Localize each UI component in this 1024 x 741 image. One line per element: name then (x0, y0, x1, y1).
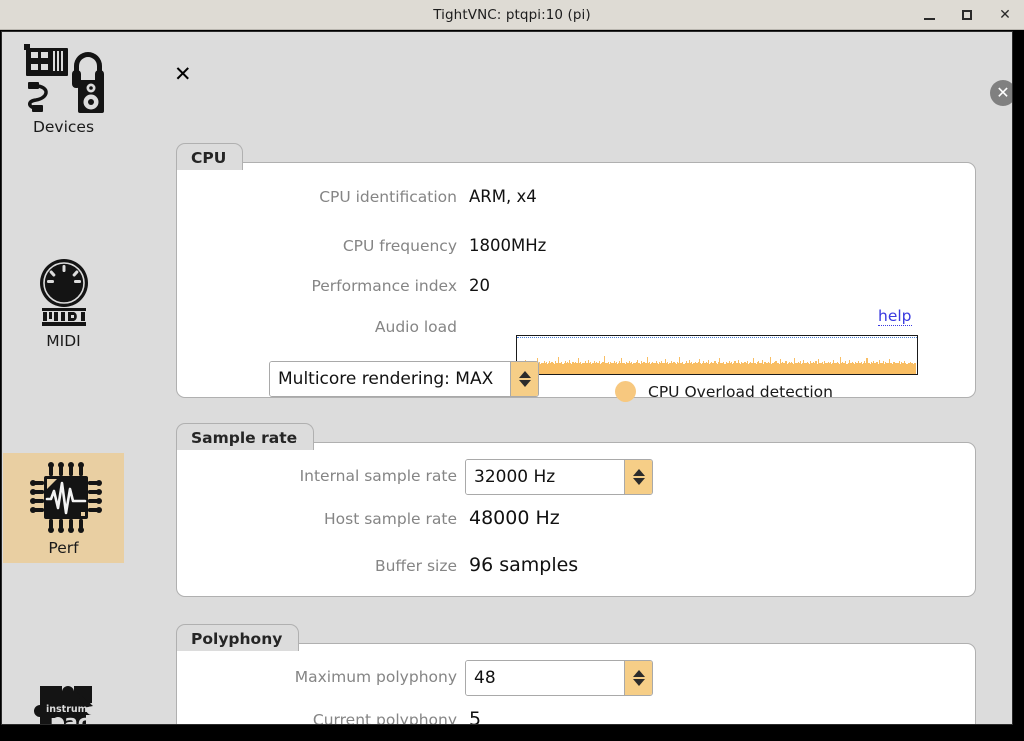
app-window: Devices MIDI Perf instrument pack ✕ ✕ CP… (1, 31, 1013, 725)
current-polyphony-value-row: 5 (469, 708, 482, 725)
current-polyphony-value: 5 (469, 708, 482, 725)
cpu-frequency-label-row: CPU frequency (177, 237, 457, 255)
vnc-titlebar: TightVNC: ptqpi:10 (pi) ✕ (0, 0, 1024, 30)
maximum-polyphony-value: 48 (466, 661, 624, 695)
help-link[interactable]: help (878, 307, 912, 326)
current-polyphony-label-row: Current polyphony (177, 711, 457, 725)
tab-seam (177, 450, 329, 453)
minimize-button[interactable] (918, 4, 940, 26)
cpu-panel-title: CPU (176, 143, 244, 171)
audio-load-threshold-line (517, 337, 917, 338)
buffer-size-value: 96 samples (469, 554, 579, 576)
sidebar-item-label-devices: Devices (32, 118, 95, 136)
buffer-size-value-row: 96 samples (469, 554, 578, 576)
multicore-rendering-stepper[interactable] (510, 362, 538, 396)
sample-rate-panel-title: Sample rate (176, 423, 315, 451)
polyphony-panel-title: Polyphony (176, 624, 300, 652)
internal-sample-rate-input[interactable]: 32000 Hz (465, 459, 653, 495)
host-sample-rate-value: 48000 Hz (469, 507, 560, 529)
audio-load-label: Audio load (374, 318, 457, 336)
performance-index-label: Performance index (311, 277, 457, 295)
internal-sample-rate-stepper[interactable] (624, 460, 652, 494)
desktop-right-margin (1013, 31, 1024, 727)
sample-rate-panel: Sample rate Internal sample rate 32000 H… (176, 423, 976, 597)
internal-sample-rate-label-row: Internal sample rate (177, 467, 457, 485)
remote-desktop: Devices MIDI Perf instrument pack ✕ ✕ CP… (0, 31, 1013, 727)
tab-seam (177, 651, 315, 654)
multicore-rendering-value: Multicore rendering: MAX (270, 362, 510, 396)
host-sample-rate-value-row: 48000 Hz (469, 507, 560, 529)
current-polyphony-label: Current polyphony (312, 711, 457, 725)
vnc-window-controls: ✕ (918, 0, 1016, 30)
vnc-screen: TightVNC: ptqpi:10 (pi) ✕ Devices MIDI P… (0, 0, 1024, 741)
polyphony-panel: Polyphony Maximum polyphony 48 Current p (176, 624, 976, 725)
maximum-polyphony-input[interactable]: 48 (465, 660, 653, 696)
chevron-down-icon (632, 679, 645, 686)
svg-text:pack: pack (50, 710, 104, 726)
cpu-chip-waveform-icon (25, 461, 103, 535)
midi-connector-icon (28, 258, 100, 328)
chevron-down-icon (632, 478, 645, 485)
performance-index-value-row: 20 (469, 276, 490, 295)
audio-devices-icon (22, 42, 106, 114)
maximum-polyphony-label-row: Maximum polyphony (177, 668, 457, 686)
internal-sample-rate-label: Internal sample rate (299, 467, 457, 485)
chevron-up-icon (632, 469, 645, 476)
cpu-frequency-value-row: 1800MHz (469, 236, 546, 255)
cpu-overload-detection: CPU Overload detection (615, 381, 833, 402)
sidebar-item-midi[interactable]: MIDI (3, 253, 124, 353)
cpu-frequency-label: CPU frequency (342, 237, 457, 255)
sidebar: Devices MIDI Perf instrument pack (3, 33, 124, 726)
status-badge (615, 381, 636, 402)
cpu-frequency-value: 1800MHz (469, 236, 547, 255)
chevron-up-icon (632, 670, 645, 677)
cpu-overload-label: CPU Overload detection (648, 382, 833, 401)
sidebar-item-devices[interactable]: Devices (3, 33, 124, 143)
sidebar-item-label-midi: MIDI (46, 332, 81, 350)
chevron-down-icon (518, 380, 531, 387)
maximize-button[interactable] (956, 4, 978, 26)
cpu-identification-value: ARM, x4 (469, 187, 537, 206)
maximum-polyphony-stepper[interactable] (624, 661, 652, 695)
host-sample-rate-label: Host sample rate (324, 510, 457, 528)
sidebar-item-label-perf: Perf (48, 539, 79, 557)
performance-index-value: 20 (469, 276, 490, 295)
multicore-rendering-select[interactable]: Multicore rendering: MAX (269, 361, 539, 397)
buffer-size-label: Buffer size (374, 557, 457, 575)
maximum-polyphony-label: Maximum polyphony (294, 668, 457, 686)
sidebar-item-perf[interactable]: Perf (3, 453, 124, 563)
tab-seam (177, 170, 249, 173)
close-button[interactable]: ✕ (994, 4, 1016, 26)
audio-load-graph (516, 335, 918, 375)
audio-load-bars (517, 336, 917, 374)
cpu-identification-value-row: ARM, x4 (469, 187, 537, 206)
internal-sample-rate-value: 32000 Hz (466, 460, 624, 494)
cpu-panel: CPU CPU identification ARM, x4 CPU frequ… (176, 143, 976, 402)
buffer-size-label-row: Buffer size (177, 557, 457, 575)
maximize-icon (962, 10, 972, 20)
performance-index-label-row: Performance index (177, 277, 457, 295)
cpu-identification-label: CPU identification (319, 188, 457, 206)
vnc-window-title: TightVNC: ptqpi:10 (pi) (433, 6, 591, 23)
minimize-icon (923, 17, 935, 20)
host-sample-rate-label-row: Host sample rate (177, 510, 457, 528)
sidebar-item-instruments[interactable]: instrument pack Instruments (3, 673, 124, 726)
main-content: CPU CPU identification ARM, x4 CPU frequ… (124, 33, 1012, 725)
cpu-identification-label-row: CPU identification (177, 188, 457, 206)
instrument-pack-puzzle-icon: instrument pack (22, 682, 106, 726)
audio-load-bar (915, 363, 917, 374)
audio-load-label-row: Audio load (177, 318, 457, 336)
chevron-up-icon (518, 371, 531, 378)
desktop-bottom-margin (0, 727, 1024, 741)
